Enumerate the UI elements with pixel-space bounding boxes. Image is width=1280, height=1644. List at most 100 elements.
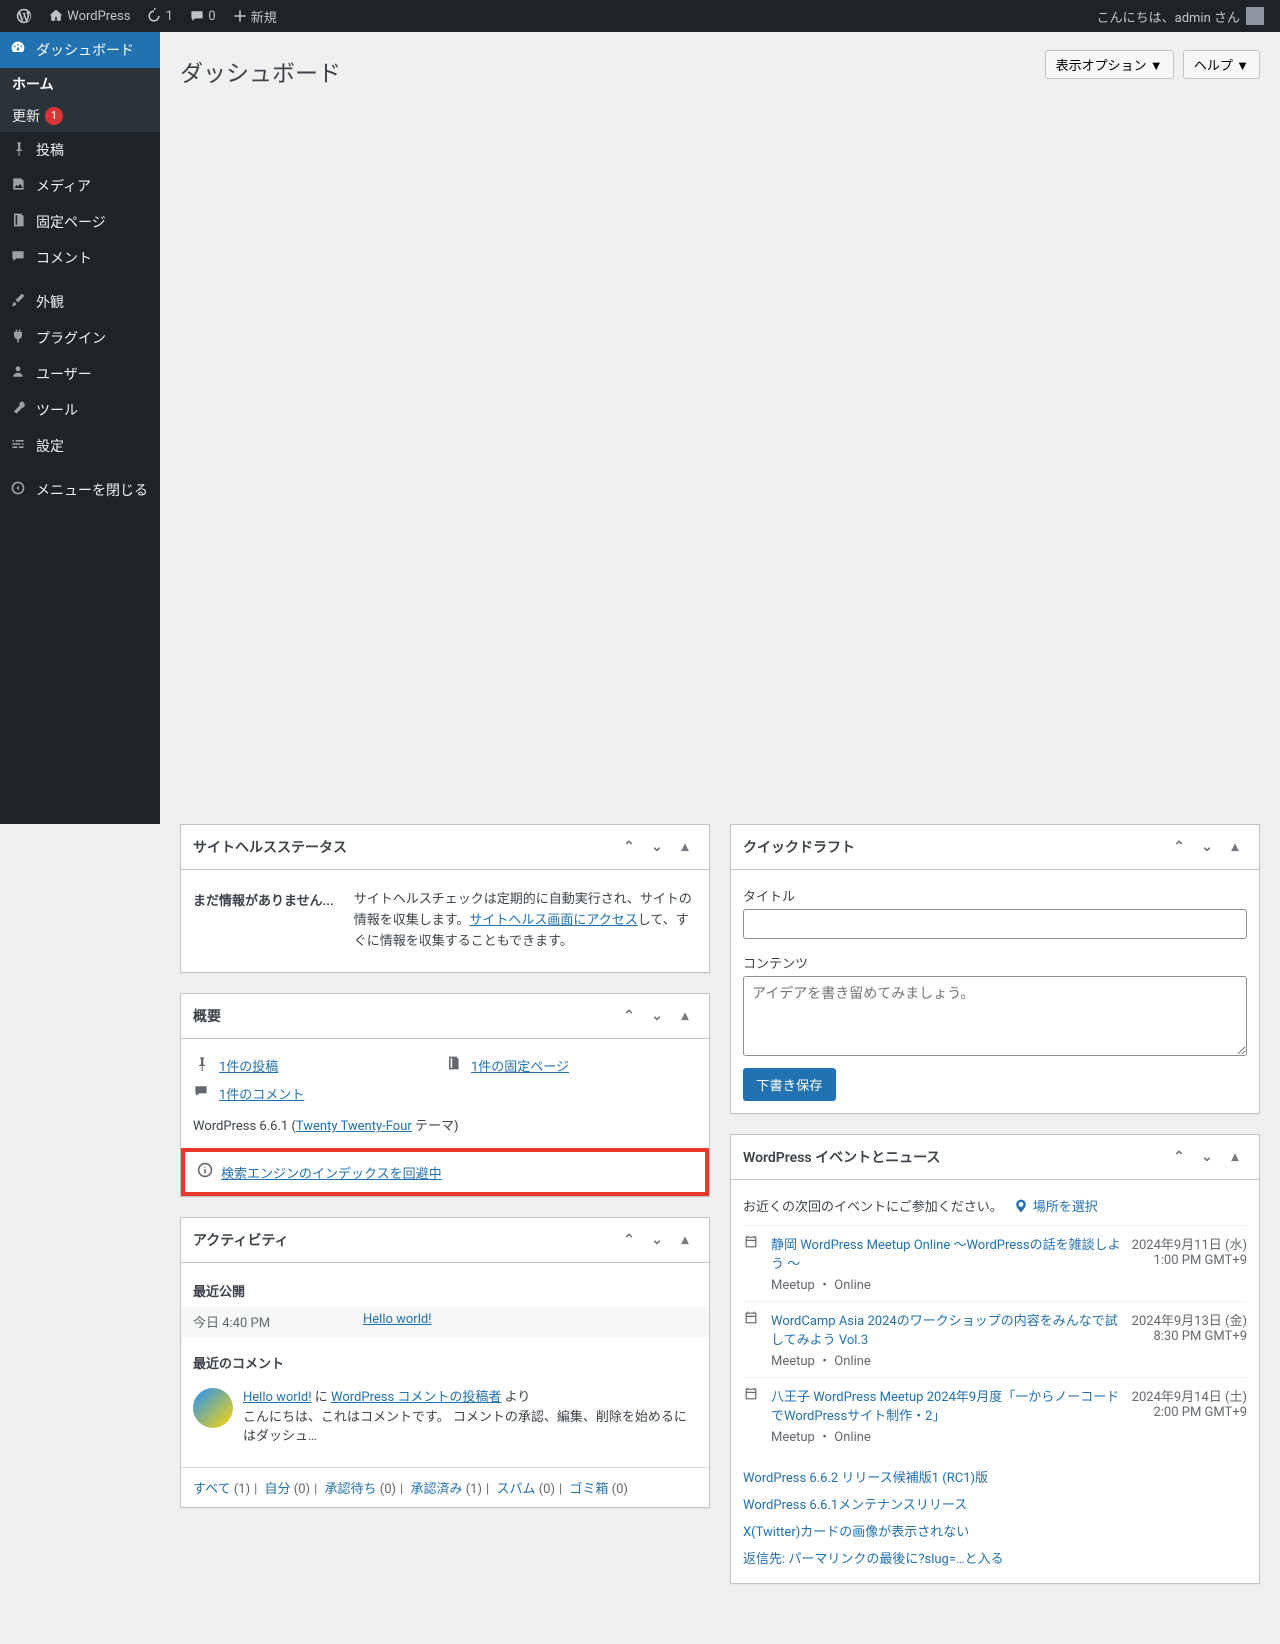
move-down-icon[interactable]: ⌄	[1195, 835, 1219, 859]
move-down-icon[interactable]: ⌄	[645, 1004, 669, 1028]
news-link[interactable]: WordPress 6.6.1メンテナンスリリース	[743, 1490, 1247, 1517]
news-link[interactable]: X(Twitter)カードの画像が表示されない	[743, 1517, 1247, 1544]
updates-item[interactable]: 1	[138, 0, 181, 32]
page-icon	[445, 1055, 461, 1071]
filter-spam[interactable]: スパム	[496, 1482, 535, 1497]
menu-collapse[interactable]: メニューを閉じる	[0, 472, 160, 508]
move-down-icon[interactable]: ⌄	[645, 835, 669, 859]
screen-options-button[interactable]: 表示オプション ▼	[1045, 50, 1174, 79]
event-item: 静岡 WordPress Meetup Online 〜WordPressの話を…	[743, 1225, 1247, 1301]
menu-media[interactable]: メディア	[0, 168, 160, 204]
event-date: 2024年9月11日 (水)1:00 PM GMT+9	[1132, 1234, 1247, 1293]
menu-dashboard[interactable]: ダッシュボード	[0, 32, 160, 68]
toggle-icon[interactable]: ▴	[673, 1228, 697, 1252]
save-draft-button[interactable]: 下書き保存	[743, 1068, 836, 1101]
comment-post-link[interactable]: Hello world!	[243, 1390, 312, 1405]
panel-title: アクティビティ	[193, 1230, 289, 1250]
toggle-icon[interactable]: ▴	[673, 1004, 697, 1028]
dashboard-icon	[10, 40, 26, 56]
move-down-icon[interactable]: ⌄	[1195, 1145, 1219, 1169]
brush-icon	[10, 292, 26, 308]
at-a-glance-box: 概要 ⌃ ⌄ ▴ 1件の投稿 1件の固定ページ 1件のコメント	[180, 993, 710, 1197]
news-link[interactable]: 返信先: パーマリンクの最後に?slug=…と入る	[743, 1544, 1247, 1571]
avatar-icon	[1246, 7, 1264, 25]
admin-bar: WordPress 1 0 新規 こんにちは、admin さん	[0, 0, 1280, 32]
filter-all[interactable]: すべて	[193, 1482, 231, 1497]
menu-posts[interactable]: 投稿	[0, 132, 160, 168]
wordpress-icon	[16, 8, 32, 24]
filter-pending[interactable]: 承認待ち	[325, 1482, 377, 1497]
activity-box: アクティビティ ⌃ ⌄ ▴ 最近公開 今日 4:40 PM Hello worl…	[180, 1217, 710, 1508]
menu-comments[interactable]: コメント	[0, 240, 160, 276]
panel-title: サイトヘルスステータス	[193, 837, 347, 857]
site-health-link[interactable]: サイトヘルス画面にアクセス	[469, 913, 637, 928]
panel-title: 概要	[193, 1006, 221, 1026]
site-health-box: サイトヘルスステータス ⌃ ⌄ ▴ まだ情報がありません... サイトヘルスチェ…	[180, 824, 710, 973]
new-content[interactable]: 新規	[224, 0, 285, 32]
comment-row: Hello world! に WordPress コメントの投稿者 より こんに…	[193, 1378, 697, 1457]
plus-icon	[232, 8, 248, 24]
activity-post-link[interactable]: Hello world!	[363, 1312, 432, 1331]
event-link[interactable]: 八王子 WordPress Meetup 2024年9月度「一からノーコードでW…	[771, 1390, 1119, 1424]
pin-icon	[193, 1055, 209, 1071]
move-up-icon[interactable]: ⌃	[617, 1228, 641, 1252]
my-account[interactable]: こんにちは、admin さん	[1089, 0, 1272, 32]
help-button[interactable]: ヘルプ ▼	[1183, 50, 1260, 79]
menu-users[interactable]: ユーザー	[0, 356, 160, 392]
menu-appearance[interactable]: 外観	[0, 284, 160, 320]
page-title: ダッシュボード	[180, 42, 341, 92]
comment-author-link[interactable]: WordPress コメントの投稿者	[331, 1390, 501, 1405]
theme-link[interactable]: Twenty Twenty-Four	[296, 1119, 412, 1134]
pin-icon	[10, 140, 26, 156]
move-down-icon[interactable]: ⌄	[645, 1228, 669, 1252]
submenu-home[interactable]: ホーム	[0, 68, 160, 100]
calendar-icon	[743, 1310, 759, 1326]
calendar-icon	[743, 1386, 759, 1402]
draft-title-input[interactable]	[743, 909, 1247, 939]
events-prompt: お近くの次回のイベントにご参加ください。	[743, 1196, 1003, 1215]
settings-icon	[10, 436, 26, 452]
site-name[interactable]: WordPress	[40, 0, 138, 32]
comment-body: こんにちは、これはコメントです。 コメントの承認、編集、削除を始めるにはダッシュ…	[243, 1408, 697, 1447]
events-news-box: WordPress イベントとニュース ⌃ ⌄ ▴ お近くの次回のイベントにご参…	[730, 1134, 1260, 1584]
toggle-icon[interactable]: ▴	[1223, 1145, 1247, 1169]
move-up-icon[interactable]: ⌃	[617, 1004, 641, 1028]
activity-row: 今日 4:40 PM Hello world!	[181, 1306, 709, 1337]
move-up-icon[interactable]: ⌃	[1167, 1145, 1191, 1169]
menu-tools[interactable]: ツール	[0, 392, 160, 428]
home-icon	[48, 8, 64, 24]
event-meta: Meetup ・ Online	[771, 1274, 1122, 1293]
site-health-desc: サイトヘルスチェックは定期的に自動実行され、サイトの情報を収集します。サイトヘル…	[354, 890, 697, 952]
panel-title: WordPress イベントとニュース	[743, 1147, 940, 1167]
event-link[interactable]: 静岡 WordPress Meetup Online 〜WordPressの話を…	[771, 1238, 1121, 1272]
draft-content-input[interactable]	[743, 976, 1247, 1056]
menu-pages[interactable]: 固定ページ	[0, 204, 160, 240]
posts-count-link[interactable]: 1件の投稿	[219, 1056, 278, 1075]
submenu-updates[interactable]: 更新1	[0, 100, 160, 132]
panel-title: クイックドラフト	[743, 837, 855, 857]
filter-trash[interactable]: ゴミ箱	[569, 1482, 608, 1497]
toggle-icon[interactable]: ▴	[673, 835, 697, 859]
filter-approved[interactable]: 承認済み	[410, 1482, 462, 1497]
page-icon	[10, 212, 26, 228]
content-label: コンテンツ	[743, 949, 1247, 976]
select-location-button[interactable]: 場所を選択	[1013, 1196, 1098, 1215]
admin-menu: ダッシュボード ホーム 更新1 投稿 メディア 固定ページ コメント 外観 プラ…	[0, 32, 160, 824]
toggle-icon[interactable]: ▴	[1223, 835, 1247, 859]
filter-mine[interactable]: 自分	[265, 1482, 291, 1497]
comments-count-link[interactable]: 1件のコメント	[219, 1084, 304, 1103]
wrench-icon	[10, 400, 26, 416]
move-up-icon[interactable]: ⌃	[1167, 835, 1191, 859]
search-engine-link[interactable]: 検索エンジンのインデックスを回避中	[221, 1163, 442, 1182]
menu-plugins[interactable]: プラグイン	[0, 320, 160, 356]
comments-item[interactable]: 0	[181, 0, 224, 32]
menu-settings[interactable]: 設定	[0, 428, 160, 464]
location-icon	[1013, 1198, 1029, 1214]
wp-logo[interactable]	[8, 0, 40, 32]
event-link[interactable]: WordCamp Asia 2024のワークショップの内容をみんなで試してみよう…	[771, 1314, 1118, 1348]
refresh-icon	[146, 8, 162, 24]
pages-count-link[interactable]: 1件の固定ページ	[471, 1056, 569, 1075]
move-up-icon[interactable]: ⌃	[617, 835, 641, 859]
news-link[interactable]: WordPress 6.6.2 リリース候補版1 (RC1)版	[743, 1463, 1247, 1490]
comment-icon	[193, 1083, 209, 1099]
